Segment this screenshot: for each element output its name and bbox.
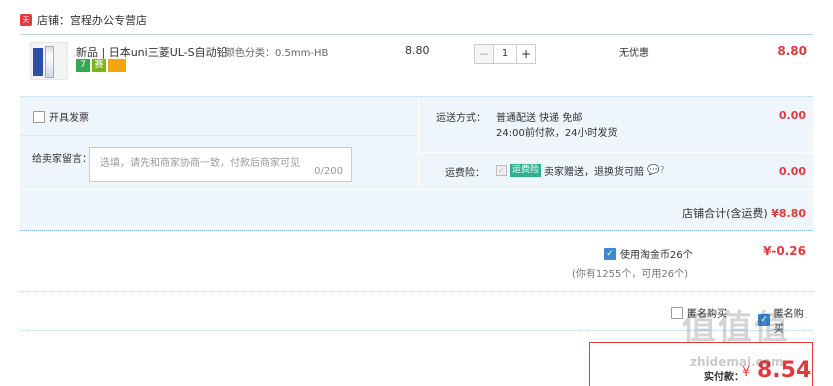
divider [418, 97, 419, 189]
payment-currency: ¥ [742, 365, 751, 380]
decrease-quantity-button[interactable]: − [474, 44, 494, 64]
divider [420, 152, 813, 153]
insurance-description: 卖家赠送，退换货可赔 [544, 167, 645, 178]
invoice-option[interactable]: 开具发票 [33, 109, 89, 124]
divider [20, 135, 416, 136]
product-thumbnail[interactable] [30, 42, 68, 80]
spec-value: 0.5mm-HB [275, 48, 329, 59]
insurance-badge: 运费险 [510, 164, 542, 177]
seller-message-input[interactable]: 选填，请先和商家协商一致，付款后商家可见 0/200 [89, 147, 352, 182]
invoice-checkbox[interactable] [33, 110, 45, 123]
coin-checkbox[interactable]: ✓ [604, 247, 616, 260]
help-icon[interactable]: 💬? [647, 165, 665, 176]
insurance-price: 0.00 [778, 165, 806, 178]
compensation-icon[interactable]: 赛 [92, 59, 106, 72]
shop-total-label: 店铺合计(含运费) [682, 207, 768, 220]
quantity-stepper: − 1 + [474, 44, 536, 64]
insurance-checkbox: ✓ [496, 165, 507, 176]
order-options-panel: 开具发票 给卖家留言： 选填，请先和商家协商一致，付款后商家可见 0/200 运… [20, 96, 813, 231]
spec-label: 颜色分类： [225, 48, 275, 59]
shipping-method: 普通配送 快递 免邮 [496, 113, 583, 124]
message-placeholder: 选填，请先和商家协商一致，付款后商家可见 [100, 158, 300, 169]
tmall-icon: 天猫 [20, 14, 32, 36]
product-pen-image [45, 46, 54, 78]
coin-note: (你有1255个，可用26个) [572, 269, 688, 280]
insurance-option: ✓ 运费险 卖家赠送，退换货可赔 💬? [496, 163, 665, 178]
product-title-link[interactable]: 新品 | 日本uni三菱UL-S自动铅... [76, 44, 226, 60]
service-tags: 7 赛 [76, 59, 126, 72]
coin-option[interactable]: ✓ 使用淘金币26个 [604, 246, 693, 261]
product-spec: 颜色分类：0.5mm-HB [225, 44, 328, 59]
message-label: 给卖家留言： [32, 154, 92, 165]
shop-label: 店铺： [37, 14, 70, 27]
shop-total: 店铺合计(含运费) ¥8.80 [682, 205, 806, 221]
item-subtotal: 8.80 [777, 44, 807, 58]
credit-card-icon[interactable] [108, 59, 126, 72]
shop-header: 天猫 店铺： 宫程办公专营店 [20, 12, 147, 36]
unit-price: 8.80 [405, 44, 430, 57]
cart-item-row: 新品 | 日本uni三菱UL-S自动铅... 颜色分类：0.5mm-HB 7 赛… [20, 34, 813, 94]
anonymous-label: 匿名购买 [687, 309, 727, 320]
shop-total-amount: ¥8.80 [771, 207, 806, 220]
hide-option[interactable]: ✓ 匿名购买 [758, 305, 813, 335]
discount-info: 无优惠 [619, 48, 649, 59]
coin-label: 使用淘金币26个 [620, 250, 693, 261]
insurance-label: 运费险： [445, 168, 485, 179]
quantity-input[interactable]: 1 [494, 44, 516, 64]
payment-label: 实付款： [704, 372, 744, 383]
shipping-price: 0.00 [778, 109, 806, 122]
shop-name-link[interactable]: 宫程办公专营店 [70, 12, 147, 28]
message-char-count: 0/200 [314, 166, 343, 177]
anonymous-checkbox[interactable] [671, 306, 683, 319]
increase-quantity-button[interactable]: + [516, 44, 536, 64]
extra-options-row: 匿名购买 ✓ 匿名购买 [20, 293, 813, 335]
hide-checkbox[interactable]: ✓ [758, 314, 770, 326]
coin-discount-amount: ¥-0.26 [763, 244, 806, 258]
shipping-time: 24:00前付款，24小时发货 [496, 128, 618, 139]
anonymous-option[interactable]: 匿名购买 [671, 305, 727, 320]
taojinbi-row: ✓ 使用淘金币26个 (你有1255个，可用26个) ¥-0.26 [20, 232, 813, 292]
payment-summary: 实付款： ¥ 8.54 [589, 342, 813, 386]
hide-label: 匿名购买 [773, 309, 804, 335]
product-package-image [33, 48, 43, 76]
shipping-label: 运送方式： [436, 113, 486, 124]
payment-amount: 8.54 [757, 358, 812, 383]
seven-day-return-icon[interactable]: 7 [76, 59, 90, 72]
invoice-label: 开具发票 [49, 113, 89, 124]
divider [20, 189, 813, 190]
